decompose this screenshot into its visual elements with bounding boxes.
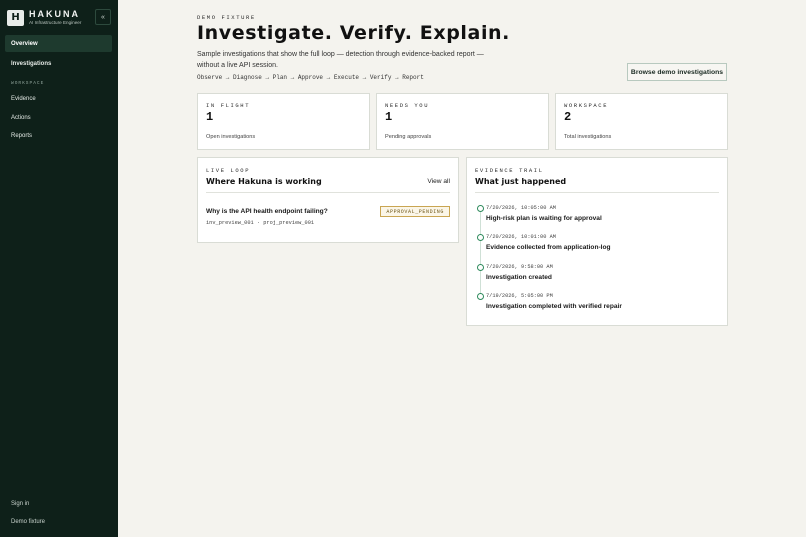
sign-in-link[interactable]: Sign in <box>11 501 29 507</box>
brand[interactable]: H HAKUNA AI Infrastructure Engineer <box>7 9 81 26</box>
brand-subtitle: AI Infrastructure Engineer <box>29 20 82 25</box>
sidebar-section-workspace: WORKSPACE <box>11 81 45 86</box>
event-text: Evidence collected from application-log <box>486 244 611 251</box>
workflow-steps: Observe → Diagnose → Plan → Approve → Ex… <box>197 74 424 81</box>
panel-eyebrow: EVIDENCE TRAIL <box>475 167 544 174</box>
sidebar: H HAKUNA AI Infrastructure Engineer « Ov… <box>0 0 118 537</box>
chevrons-left-icon: « <box>101 13 105 21</box>
sidebar-item-evidence[interactable]: Evidence <box>5 90 112 107</box>
stat-eyebrow: IN FLIGHT <box>206 102 251 109</box>
sidebar-item-label: Reports <box>11 132 33 139</box>
view-all-link[interactable]: View all <box>427 178 450 185</box>
demo-fixture-link[interactable]: Demo fixture <box>11 519 45 525</box>
stat-value: 1 <box>206 110 214 124</box>
stat-label: Pending approvals <box>385 134 432 140</box>
event-time: 7/20/2026, 9:58:00 AM <box>486 264 553 270</box>
panel-title: What just happened <box>475 177 567 186</box>
sidebar-item-label: Investigations <box>11 60 52 67</box>
brand-name: HAKUNA <box>29 9 80 19</box>
stat-eyebrow: WORKSPACE <box>564 102 609 109</box>
divider <box>475 192 719 193</box>
investigation-meta: inv_preview_001 · proj_preview_001 <box>206 220 315 226</box>
stat-card-needs-you[interactable]: NEEDS YOU 1 Pending approvals <box>376 93 549 150</box>
hero-description: Sample investigations that show the full… <box>197 51 484 69</box>
sidebar-item-label: Overview <box>11 40 38 47</box>
timeline-dot-icon <box>477 293 484 300</box>
live-loop-panel: LIVE LOOP Where Hakuna is working View a… <box>197 157 459 243</box>
sidebar-item-investigations[interactable]: Investigations <box>5 55 112 72</box>
timeline-line <box>480 208 481 298</box>
hakuna-logo-icon: H <box>7 9 24 26</box>
sidebar-item-overview[interactable]: Overview <box>5 35 112 52</box>
event-text: High-risk plan is waiting for approval <box>486 215 602 222</box>
stat-card-in-flight[interactable]: IN FLIGHT 1 Open investigations <box>197 93 370 150</box>
page-title: Investigate. Verify. Explain. <box>197 22 510 44</box>
event-text: Investigation completed with verified re… <box>486 303 622 310</box>
event-time: 7/20/2026, 10:05:00 AM <box>486 205 556 211</box>
hero-eyebrow: DEMO FIXTURE <box>197 14 256 21</box>
investigation-title[interactable]: Why is the API health endpoint failing? <box>206 208 328 215</box>
sidebar-item-label: Evidence <box>11 95 36 102</box>
sidebar-item-reports[interactable]: Reports <box>5 127 112 144</box>
sidebar-item-actions[interactable]: Actions <box>5 109 112 126</box>
event-time: 7/19/2026, 5:05:00 PM <box>486 293 553 299</box>
timeline-dot-icon <box>477 205 484 212</box>
stat-card-workspace[interactable]: WORKSPACE 2 Total investigations <box>555 93 728 150</box>
event-time: 7/20/2026, 10:01:00 AM <box>486 234 556 240</box>
browse-demo-investigations-button[interactable]: Browse demo investigations <box>627 63 727 81</box>
status-badge: APPROVAL_PENDING <box>380 206 450 217</box>
panel-title: Where Hakuna is working <box>206 177 322 186</box>
timeline-dot-icon <box>477 234 484 241</box>
divider <box>206 192 450 193</box>
panel-eyebrow: LIVE LOOP <box>206 167 251 174</box>
stat-label: Open investigations <box>206 134 256 140</box>
evidence-trail-panel: EVIDENCE TRAIL What just happened 7/20/2… <box>466 157 728 326</box>
stat-value: 2 <box>564 110 572 124</box>
event-text: Investigation created <box>486 274 552 281</box>
timeline-dot-icon <box>477 264 484 271</box>
stat-value: 1 <box>385 110 393 124</box>
collapse-sidebar-button[interactable]: « <box>95 9 111 25</box>
stat-eyebrow: NEEDS YOU <box>385 102 430 109</box>
sidebar-item-label: Actions <box>11 114 31 121</box>
stat-label: Total investigations <box>564 134 612 140</box>
